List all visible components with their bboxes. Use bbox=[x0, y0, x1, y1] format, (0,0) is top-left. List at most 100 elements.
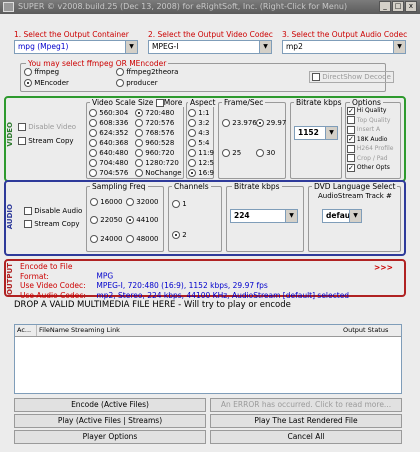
sampling-title: Sampling Freq bbox=[90, 182, 148, 191]
radio-icon bbox=[89, 119, 97, 127]
column-header-filename[interactable]: FileName bbox=[37, 325, 69, 336]
option-crop-pad[interactable]: Crop / Pad bbox=[347, 154, 393, 164]
encoder-option-ffmpeg2theora[interactable]: ffmpeg2theora bbox=[116, 67, 178, 77]
title-bar[interactable]: SUPER © v2008.build.25 (Dec 13, 2008) fo… bbox=[0, 0, 420, 14]
dvd-track-select[interactable]: default ▼ bbox=[322, 209, 362, 223]
video-bitrate-group bbox=[290, 102, 342, 179]
video-stream-copy-checkbox[interactable]: Stream Copy bbox=[18, 136, 74, 146]
option-other-opts[interactable]: Other Opts bbox=[347, 163, 393, 173]
checkbox-icon bbox=[18, 137, 26, 145]
radio-icon bbox=[89, 139, 97, 147]
scale-option[interactable]: 640:368 bbox=[89, 138, 128, 148]
radio-icon bbox=[89, 159, 97, 167]
sampling-option[interactable]: 32000 bbox=[126, 197, 159, 207]
option-18k-audio[interactable]: 18K Audio bbox=[347, 135, 393, 145]
fps-option-25[interactable]: 25 bbox=[222, 148, 241, 158]
more-checkbox-icon[interactable] bbox=[155, 99, 164, 107]
drop-zone-text: DROP A VALID MULTIMEDIA FILE HERE - Will… bbox=[14, 300, 291, 310]
channels-group bbox=[168, 186, 222, 252]
scale-option[interactable]: 704:576 bbox=[89, 168, 128, 178]
video-codec-select[interactable]: MPEG-I ▼ bbox=[148, 40, 272, 54]
aspect-option[interactable]: 5:4 bbox=[188, 138, 214, 148]
disable-audio-checkbox[interactable]: Disable Audio bbox=[24, 206, 82, 216]
audio-section-label: AUDIO bbox=[6, 204, 14, 230]
output-summary: Encode to File Format: MPG Use Video Cod… bbox=[20, 262, 349, 300]
scale-option[interactable]: 560:304 bbox=[89, 108, 128, 118]
fps-option-23976[interactable]: 23.976 bbox=[222, 118, 257, 128]
scale-option[interactable]: 704:480 bbox=[89, 158, 128, 168]
sampling-option[interactable]: 48000 bbox=[126, 234, 159, 244]
disable-video-checkbox[interactable]: Disable Video bbox=[18, 122, 76, 132]
fps-option-30[interactable]: 30 bbox=[256, 148, 275, 158]
radio-icon bbox=[126, 235, 134, 243]
error-details-button[interactable]: An ERROR has occurred. Click to read mor… bbox=[210, 398, 402, 412]
encode-button[interactable]: Encode (Active Files) bbox=[14, 398, 206, 412]
radio-icon bbox=[188, 149, 196, 157]
channels-option-1[interactable]: 1 bbox=[172, 199, 187, 209]
option-hi-quality[interactable]: Hi Quality bbox=[347, 106, 393, 116]
aspect-option[interactable]: 16:9 bbox=[188, 168, 214, 178]
chevron-down-icon: ▼ bbox=[325, 127, 337, 139]
channels-option-2[interactable]: 2 bbox=[172, 230, 187, 240]
option-top-quality[interactable]: Top Quality bbox=[347, 116, 393, 126]
encoder-option-mencoder[interactable]: MEncoder bbox=[24, 78, 69, 88]
audio-bitrate-select[interactable]: 224 ▼ bbox=[230, 209, 298, 223]
scale-option[interactable]: 768:576 bbox=[135, 128, 182, 138]
aspect-option[interactable]: 4:3 bbox=[188, 128, 214, 138]
radio-icon bbox=[222, 149, 230, 157]
aspect-option[interactable]: 11:9 bbox=[188, 148, 214, 158]
radio-icon bbox=[172, 231, 180, 239]
option-h264-profile[interactable]: H264 Profile bbox=[347, 144, 393, 154]
column-header-streaming-link[interactable]: Streaming Link bbox=[69, 325, 149, 336]
aspect-option[interactable]: 3:2 bbox=[188, 118, 214, 128]
scale-option[interactable]: 720:576 bbox=[135, 118, 182, 128]
play-active-button[interactable]: Play (Active Files | Streams) bbox=[14, 414, 206, 428]
sampling-option[interactable]: 22050 bbox=[90, 215, 123, 225]
audio-codec-select[interactable]: mp2 ▼ bbox=[282, 40, 406, 54]
video-section-label: VIDEO bbox=[6, 122, 14, 147]
sampling-option[interactable]: 44100 bbox=[126, 215, 159, 225]
column-header-output-status[interactable]: Output Status bbox=[341, 325, 401, 336]
fps-option-2997[interactable]: 29.97 bbox=[256, 118, 286, 128]
file-list[interactable]: Ac... FileName Streaming Link Output Sta… bbox=[14, 324, 402, 394]
play-last-rendered-button[interactable]: Play The Last Rendered File bbox=[210, 414, 402, 428]
encoder-option-producer[interactable]: producer bbox=[116, 78, 158, 88]
video-bitrate-select[interactable]: 1152 ▼ bbox=[294, 126, 338, 140]
aspect-option[interactable]: 12:5 bbox=[188, 158, 214, 168]
minimize-icon[interactable]: _ bbox=[379, 1, 391, 12]
audio-stream-copy-checkbox[interactable]: Stream Copy bbox=[24, 219, 80, 229]
radio-icon bbox=[256, 119, 264, 127]
scale-option[interactable]: 960:528 bbox=[135, 138, 182, 148]
option-insert-a[interactable]: Insert A bbox=[347, 125, 393, 135]
radio-icon bbox=[89, 129, 97, 137]
aspect-options: 1:1 3:2 4:3 5:4 11:9 12:5 16:9 bbox=[188, 108, 214, 178]
directshow-decode-checkbox[interactable]: DirectShow Decode bbox=[309, 71, 394, 83]
output-section-label: OUTPUT bbox=[6, 263, 14, 295]
scale-option[interactable]: 640:480 bbox=[89, 148, 128, 158]
checkbox-icon bbox=[24, 207, 32, 215]
step3-label: 3. Select the Output Audio Codec bbox=[282, 30, 408, 39]
scale-option[interactable]: 1280:720 bbox=[135, 158, 182, 168]
output-more-button[interactable]: >>> bbox=[374, 263, 393, 272]
player-options-button[interactable]: Player Options bbox=[14, 430, 206, 444]
scale-option[interactable]: 608:336 bbox=[89, 118, 128, 128]
cancel-all-button[interactable]: Cancel All bbox=[210, 430, 402, 444]
scale-option[interactable]: 624:352 bbox=[89, 128, 128, 138]
radio-icon bbox=[188, 139, 196, 147]
radio-icon bbox=[172, 200, 180, 208]
column-header-action[interactable]: Ac... bbox=[15, 325, 37, 336]
aspect-option[interactable]: 1:1 bbox=[188, 108, 214, 118]
scale-option[interactable]: NoChange bbox=[135, 168, 182, 178]
maximize-icon[interactable]: □ bbox=[392, 1, 404, 12]
scale-option[interactable]: 960:720 bbox=[135, 148, 182, 158]
output-container-select[interactable]: mpg (Mpeg1) ▼ bbox=[14, 40, 138, 54]
channels-title: Channels bbox=[172, 182, 211, 191]
close-icon[interactable]: x bbox=[405, 1, 417, 12]
checkbox-icon bbox=[18, 123, 26, 131]
scale-option[interactable]: 720:480 bbox=[135, 108, 182, 118]
sampling-option[interactable]: 16000 bbox=[90, 197, 123, 207]
radio-icon bbox=[188, 159, 196, 167]
radio-icon bbox=[116, 68, 124, 76]
sampling-option[interactable]: 24000 bbox=[90, 234, 123, 244]
encoder-option-ffmpeg[interactable]: ffmpeg bbox=[24, 67, 59, 77]
